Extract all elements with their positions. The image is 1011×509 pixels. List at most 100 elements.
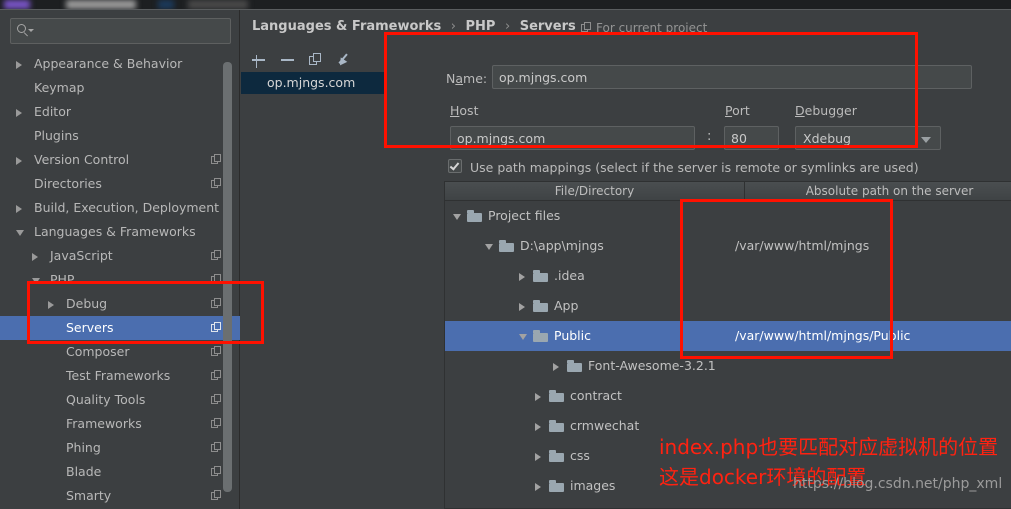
folder-icon <box>549 420 564 432</box>
table-row[interactable]: App <box>445 291 1011 321</box>
sidebar-item-editor[interactable]: Editor <box>0 100 240 124</box>
sidebar-item-version-control[interactable]: Version Control <box>0 148 240 172</box>
sidebar-item-php[interactable]: PHP <box>0 268 240 292</box>
annotation-note-line-1: index.php也要匹配对应虚拟机的位置 <box>659 431 998 460</box>
table-row[interactable]: contract <box>445 381 1011 411</box>
absolute-server-path[interactable]: /var/www/html/mjngs/Public <box>735 321 910 351</box>
file-directory-name: .idea <box>554 261 585 291</box>
chevron-right-icon[interactable] <box>535 423 541 431</box>
chevron-right-icon[interactable] <box>519 273 525 281</box>
debugger-select[interactable]: Xdebug <box>795 126 941 150</box>
sidebar-item-label: Directories <box>34 172 102 196</box>
name-input[interactable] <box>492 65 972 89</box>
sidebar-search-row <box>10 18 231 44</box>
import-server-button[interactable] <box>334 48 358 72</box>
sidebar-item-phing[interactable]: Phing <box>0 436 240 460</box>
chevron-right-icon[interactable] <box>553 363 559 371</box>
breadcrumb: Languages & Frameworks › PHP › Servers <box>252 19 576 39</box>
chevron-down-icon[interactable] <box>32 278 40 284</box>
sidebar-item-label: Plugins <box>34 124 79 148</box>
chevron-down-icon[interactable] <box>485 244 493 250</box>
host-label: Host <box>450 103 478 118</box>
chevron-right-icon[interactable] <box>16 109 22 117</box>
sidebar-item-label: Composer <box>66 340 129 364</box>
title-bar-blur-1 <box>4 0 30 9</box>
table-row[interactable]: Font-Awesome-3.2.1 <box>445 351 1011 381</box>
breadcrumb-separator-1: › <box>451 19 456 34</box>
chevron-right-icon[interactable] <box>535 453 541 461</box>
table-row[interactable]: Public/var/www/html/mjngs/Public <box>445 321 1011 351</box>
file-directory-name: images <box>570 471 615 501</box>
column-header-file-directory[interactable]: File/Directory <box>445 182 745 200</box>
use-path-mappings-label: Use path mappings (select if the server … <box>470 160 919 175</box>
file-directory-name: css <box>570 441 590 471</box>
table-row[interactable]: .idea <box>445 261 1011 291</box>
table-row[interactable]: img <box>445 501 1011 508</box>
sidebar-item-composer[interactable]: Composer <box>0 340 240 364</box>
sidebar-item-keymap[interactable]: Keymap <box>0 76 240 100</box>
chevron-right-icon[interactable] <box>535 393 541 401</box>
sidebar-item-label: Frameworks <box>66 412 142 436</box>
copy-icon <box>581 22 592 33</box>
folder-icon <box>533 270 548 282</box>
file-directory-name: img <box>570 501 594 508</box>
title-bar-blur-2 <box>66 0 136 9</box>
sidebar-item-label: Smarty <box>66 484 111 508</box>
remove-server-button[interactable] <box>276 48 300 72</box>
settings-sidebar: Appearance & BehaviorKeymapEditorPlugins… <box>0 10 240 509</box>
column-header-absolute-path[interactable]: Absolute path on the server <box>745 182 1011 200</box>
host-input[interactable] <box>450 126 695 150</box>
copy-icon <box>211 370 222 381</box>
sidebar-item-blade[interactable]: Blade <box>0 460 240 484</box>
sidebar-item-smarty[interactable]: Smarty <box>0 484 240 508</box>
sidebar-item-debug[interactable]: Debug <box>0 292 240 316</box>
copy-icon <box>211 442 222 453</box>
sidebar-scrollbar[interactable] <box>223 62 232 502</box>
chevron-down-icon[interactable] <box>519 334 527 340</box>
use-path-mappings-checkbox[interactable] <box>448 159 462 173</box>
folder-icon <box>499 240 514 252</box>
sidebar-item-build-execution-deployment[interactable]: Build, Execution, Deployment <box>0 196 240 220</box>
file-directory-name: App <box>554 291 578 321</box>
chevron-down-icon[interactable] <box>453 214 461 220</box>
folder-icon <box>549 390 564 402</box>
sidebar-item-appearance-behavior[interactable]: Appearance & Behavior <box>0 52 240 76</box>
sidebar-item-label: Languages & Frameworks <box>34 220 196 244</box>
chevron-right-icon[interactable] <box>535 483 541 491</box>
copy-icon <box>211 154 222 165</box>
absolute-server-path[interactable]: /var/www/html/mjngs <box>735 231 869 261</box>
sidebar-item-javascript[interactable]: JavaScript <box>0 244 240 268</box>
sidebar-item-test-frameworks[interactable]: Test Frameworks <box>0 364 240 388</box>
chevron-right-icon[interactable] <box>16 157 22 165</box>
breadcrumb-part-1[interactable]: Languages & Frameworks <box>252 19 441 34</box>
add-server-button[interactable] <box>247 48 271 72</box>
sidebar-item-plugins[interactable]: Plugins <box>0 124 240 148</box>
sidebar-scrollbar-thumb[interactable] <box>223 62 232 492</box>
sidebar-item-directories[interactable]: Directories <box>0 172 240 196</box>
chevron-down-icon[interactable] <box>16 230 24 236</box>
search-box[interactable] <box>10 18 231 44</box>
server-list-item[interactable]: op.mjngs.com <box>241 72 387 94</box>
table-row[interactable]: D:\app\mjngs/var/www/html/mjngs <box>445 231 1011 261</box>
chevron-right-icon[interactable] <box>16 61 22 69</box>
title-bar-blur-4 <box>188 0 248 9</box>
table-row[interactable]: Project files <box>445 201 1011 231</box>
copy-server-button[interactable] <box>305 48 329 72</box>
sidebar-item-languages-frameworks[interactable]: Languages & Frameworks <box>0 220 240 244</box>
search-icon <box>17 24 31 38</box>
sidebar-item-servers[interactable]: Servers <box>0 316 240 340</box>
chevron-right-icon[interactable] <box>16 205 22 213</box>
debugger-label: Debugger <box>795 103 857 118</box>
port-input[interactable] <box>724 126 779 150</box>
chevron-down-icon <box>921 137 931 143</box>
sidebar-item-frameworks[interactable]: Frameworks <box>0 412 240 436</box>
chevron-right-icon[interactable] <box>48 301 54 309</box>
copy-icon <box>211 466 222 477</box>
search-input[interactable] <box>35 19 225 43</box>
chevron-right-icon[interactable] <box>32 253 38 261</box>
chevron-right-icon[interactable] <box>519 303 525 311</box>
breadcrumb-part-2[interactable]: PHP <box>466 19 496 34</box>
sidebar-item-quality-tools[interactable]: Quality Tools <box>0 388 240 412</box>
file-directory-name: crmwechat <box>570 411 639 441</box>
window-title-bar <box>0 0 1011 9</box>
